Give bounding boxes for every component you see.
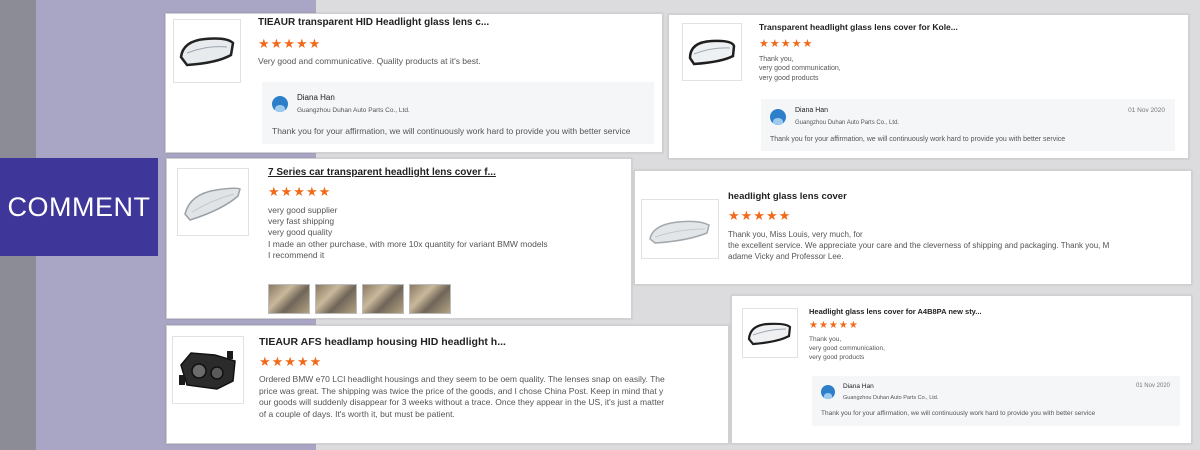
review-title[interactable]: 7 Series car transparent headlight lens … [268,167,513,178]
product-thumbnail[interactable] [173,19,241,83]
star-rating: ★★★★★ [809,320,859,331]
star-rating: ★★★★★ [268,184,332,199]
product-thumbnail[interactable] [742,308,798,358]
star-rating: ★★★★★ [258,36,322,51]
headlight-lens-icon [747,322,792,346]
avatar [821,385,835,399]
review-text: very good supplier very fast shipping very… [268,205,548,260]
review-title[interactable]: Headlight glass lens cover for A4B8PA ne… [809,307,1109,316]
reply-date: 01 Nov 2020 [1135,383,1170,389]
review-card: Headlight glass lens cover for A4B8PA ne… [731,295,1192,444]
avatar [770,109,786,125]
review-text: Ordered BMW e70 LCI headlight housings a… [259,374,665,420]
review-title[interactable]: Transparent headlight glass lens cover f… [759,22,1059,32]
avatar [272,96,288,112]
headlight-lens-icon [649,220,710,244]
product-thumbnail[interactable] [172,336,244,404]
review-card: headlight glass lens cover ★★★★★ Thank y… [634,170,1192,285]
reply-text: Thank you for your affirmation, we will … [821,410,1096,417]
reply-company: Guangzhou Duhan Auto Parts Co., Ltd. [297,107,410,114]
headlight-lens-icon [688,39,736,66]
star-rating: ★★★★★ [728,208,792,223]
review-title[interactable]: headlight glass lens cover [728,191,1028,202]
reply-company: Guangzhou Duhan Auto Parts Co., Ltd. [795,120,900,126]
review-title[interactable]: TIEAUR AFS headlamp housing HID headligh… [259,336,559,348]
seller-reply: Diana Han Guangzhou Duhan Auto Parts Co.… [761,99,1175,151]
review-photo[interactable] [409,284,451,314]
product-thumbnail[interactable] [682,23,742,81]
review-card: Transparent headlight glass lens cover f… [668,14,1189,159]
reply-company: Guangzhou Duhan Auto Parts Co., Ltd. [843,395,939,401]
product-thumbnail[interactable] [177,168,249,236]
review-card: 7 Series car transparent headlight lens … [166,158,632,319]
headlight-lens-icon [184,187,241,221]
reply-author: Diana Han [843,383,874,390]
headlamp-housing-icon [179,351,236,390]
review-text: Thank you, Miss Louis, very much, for the… [728,230,1110,262]
headlight-lens-icon [179,37,235,67]
review-photo[interactable] [268,284,310,314]
product-thumbnail[interactable] [641,199,719,259]
seller-reply: Diana Han Guangzhou Duhan Auto Parts Co.… [812,376,1180,426]
seller-reply: Diana Han Guangzhou Duhan Auto Parts Co.… [262,82,654,144]
review-photo[interactable] [315,284,357,314]
comment-banner-label: COMMENT [7,191,151,222]
review-card: TIEAUR transparent HID Headlight glass l… [165,13,663,153]
comment-banner: COMMENT [0,158,158,256]
reply-date: 01 Nov 2020 [1128,107,1165,114]
reply-text: Thank you for your affirmation, we will … [272,126,631,136]
review-text: Thank you, very good communication, very g… [809,336,885,361]
star-rating: ★★★★★ [759,38,814,50]
star-rating: ★★★★★ [259,354,323,369]
review-text: Thank you, very good communication, very g… [759,56,841,82]
reply-text: Thank you for your affirmation, we will … [770,136,1066,143]
review-card: TIEAUR AFS headlamp housing HID headligh… [166,325,729,444]
review-text: Very good and communicative. Quality pro… [258,56,481,66]
review-photo[interactable] [362,284,404,314]
review-title[interactable]: TIEAUR transparent HID Headlight glass l… [258,17,648,28]
reply-author: Diana Han [297,93,335,102]
reply-author: Diana Han [795,107,829,114]
